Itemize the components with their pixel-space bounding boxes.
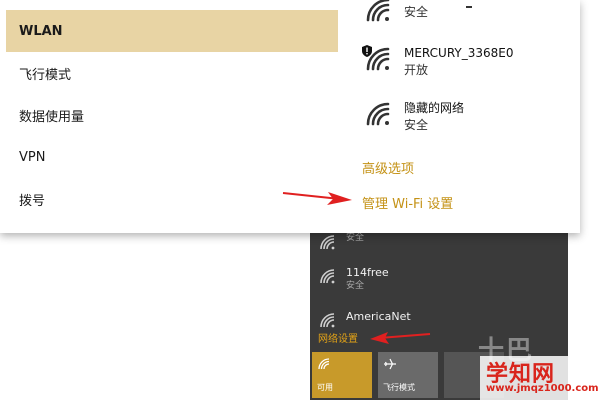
sidebar-item-airplane-mode[interactable]: 飞行模式 — [6, 52, 338, 94]
wifi-signal-icon — [366, 0, 390, 22]
wifi-warning-icon — [362, 45, 396, 75]
sidebar-item-dialup[interactable]: 拨号 — [6, 178, 338, 220]
wifi-icon — [320, 269, 335, 284]
advanced-options-link[interactable]: 高级选项 — [362, 158, 414, 177]
wifi-icon — [318, 358, 330, 370]
network-status: 安全 — [404, 5, 429, 19]
wifi-signal-icon — [366, 102, 390, 126]
network-name: MERCURY_3368E0 — [404, 46, 514, 60]
tile-label: 飞行模式 — [383, 383, 415, 392]
network-status: 开放 — [404, 63, 429, 77]
flyout-network-name: 114free — [346, 266, 389, 279]
network-item[interactable]: 安全 — [362, 0, 428, 26]
screenshot-stage: 安全 114free 安全 AmericaNet 网络设置 可用 飞行模式 WL… — [0, 0, 600, 400]
watermark-url: www.jmqz1000.com — [486, 383, 599, 394]
flyout-network-item[interactable]: 114free 安全 — [318, 266, 389, 292]
airplane-icon — [384, 358, 396, 370]
tile-label: 可用 — [317, 383, 333, 392]
network-status: 安全 — [404, 118, 429, 132]
site-watermark: 学知网 www.jmqz1000.com — [480, 356, 599, 400]
manage-wifi-settings-link[interactable]: 管理 Wi-Fi 设置 — [362, 193, 453, 212]
shield-warning-icon — [362, 45, 372, 57]
network-name: 隐藏的网络 — [404, 101, 465, 115]
network-item[interactable]: 隐藏的网络 安全 — [362, 100, 464, 134]
network-list: 安全 MERCURY_3368E0 开放 隐藏的网络 安全 高级选项 管理 Wi… — [338, 0, 580, 233]
wifi-icon — [320, 313, 335, 328]
flyout-network-item[interactable]: AmericaNet — [318, 310, 411, 331]
network-settings-link[interactable]: 网络设置 — [318, 330, 358, 345]
sidebar-item-wlan[interactable]: WLAN — [6, 10, 338, 52]
flyout-network-item[interactable]: 安全 — [318, 232, 364, 253]
wifi-icon — [320, 235, 335, 250]
sidebar-item-data-usage[interactable]: 数据使用量 — [6, 94, 338, 136]
flyout-network-status: 安全 — [346, 281, 365, 291]
settings-sidebar: WLAN 飞行模式 数据使用量 VPN 拨号 — [0, 0, 338, 233]
airplane-mode-tile[interactable]: 飞行模式 — [378, 352, 438, 398]
truncated-text-fragment — [466, 6, 472, 8]
flyout-network-name: AmericaNet — [346, 310, 411, 323]
wlan-tile[interactable]: 可用 — [312, 352, 372, 398]
flyout-network-status: 安全 — [346, 233, 365, 243]
sidebar-item-vpn[interactable]: VPN — [6, 136, 338, 178]
network-item[interactable]: MERCURY_3368E0 开放 — [362, 45, 514, 79]
settings-window: WLAN 飞行模式 数据使用量 VPN 拨号 安全 MERCURY_3368E0… — [0, 0, 580, 233]
